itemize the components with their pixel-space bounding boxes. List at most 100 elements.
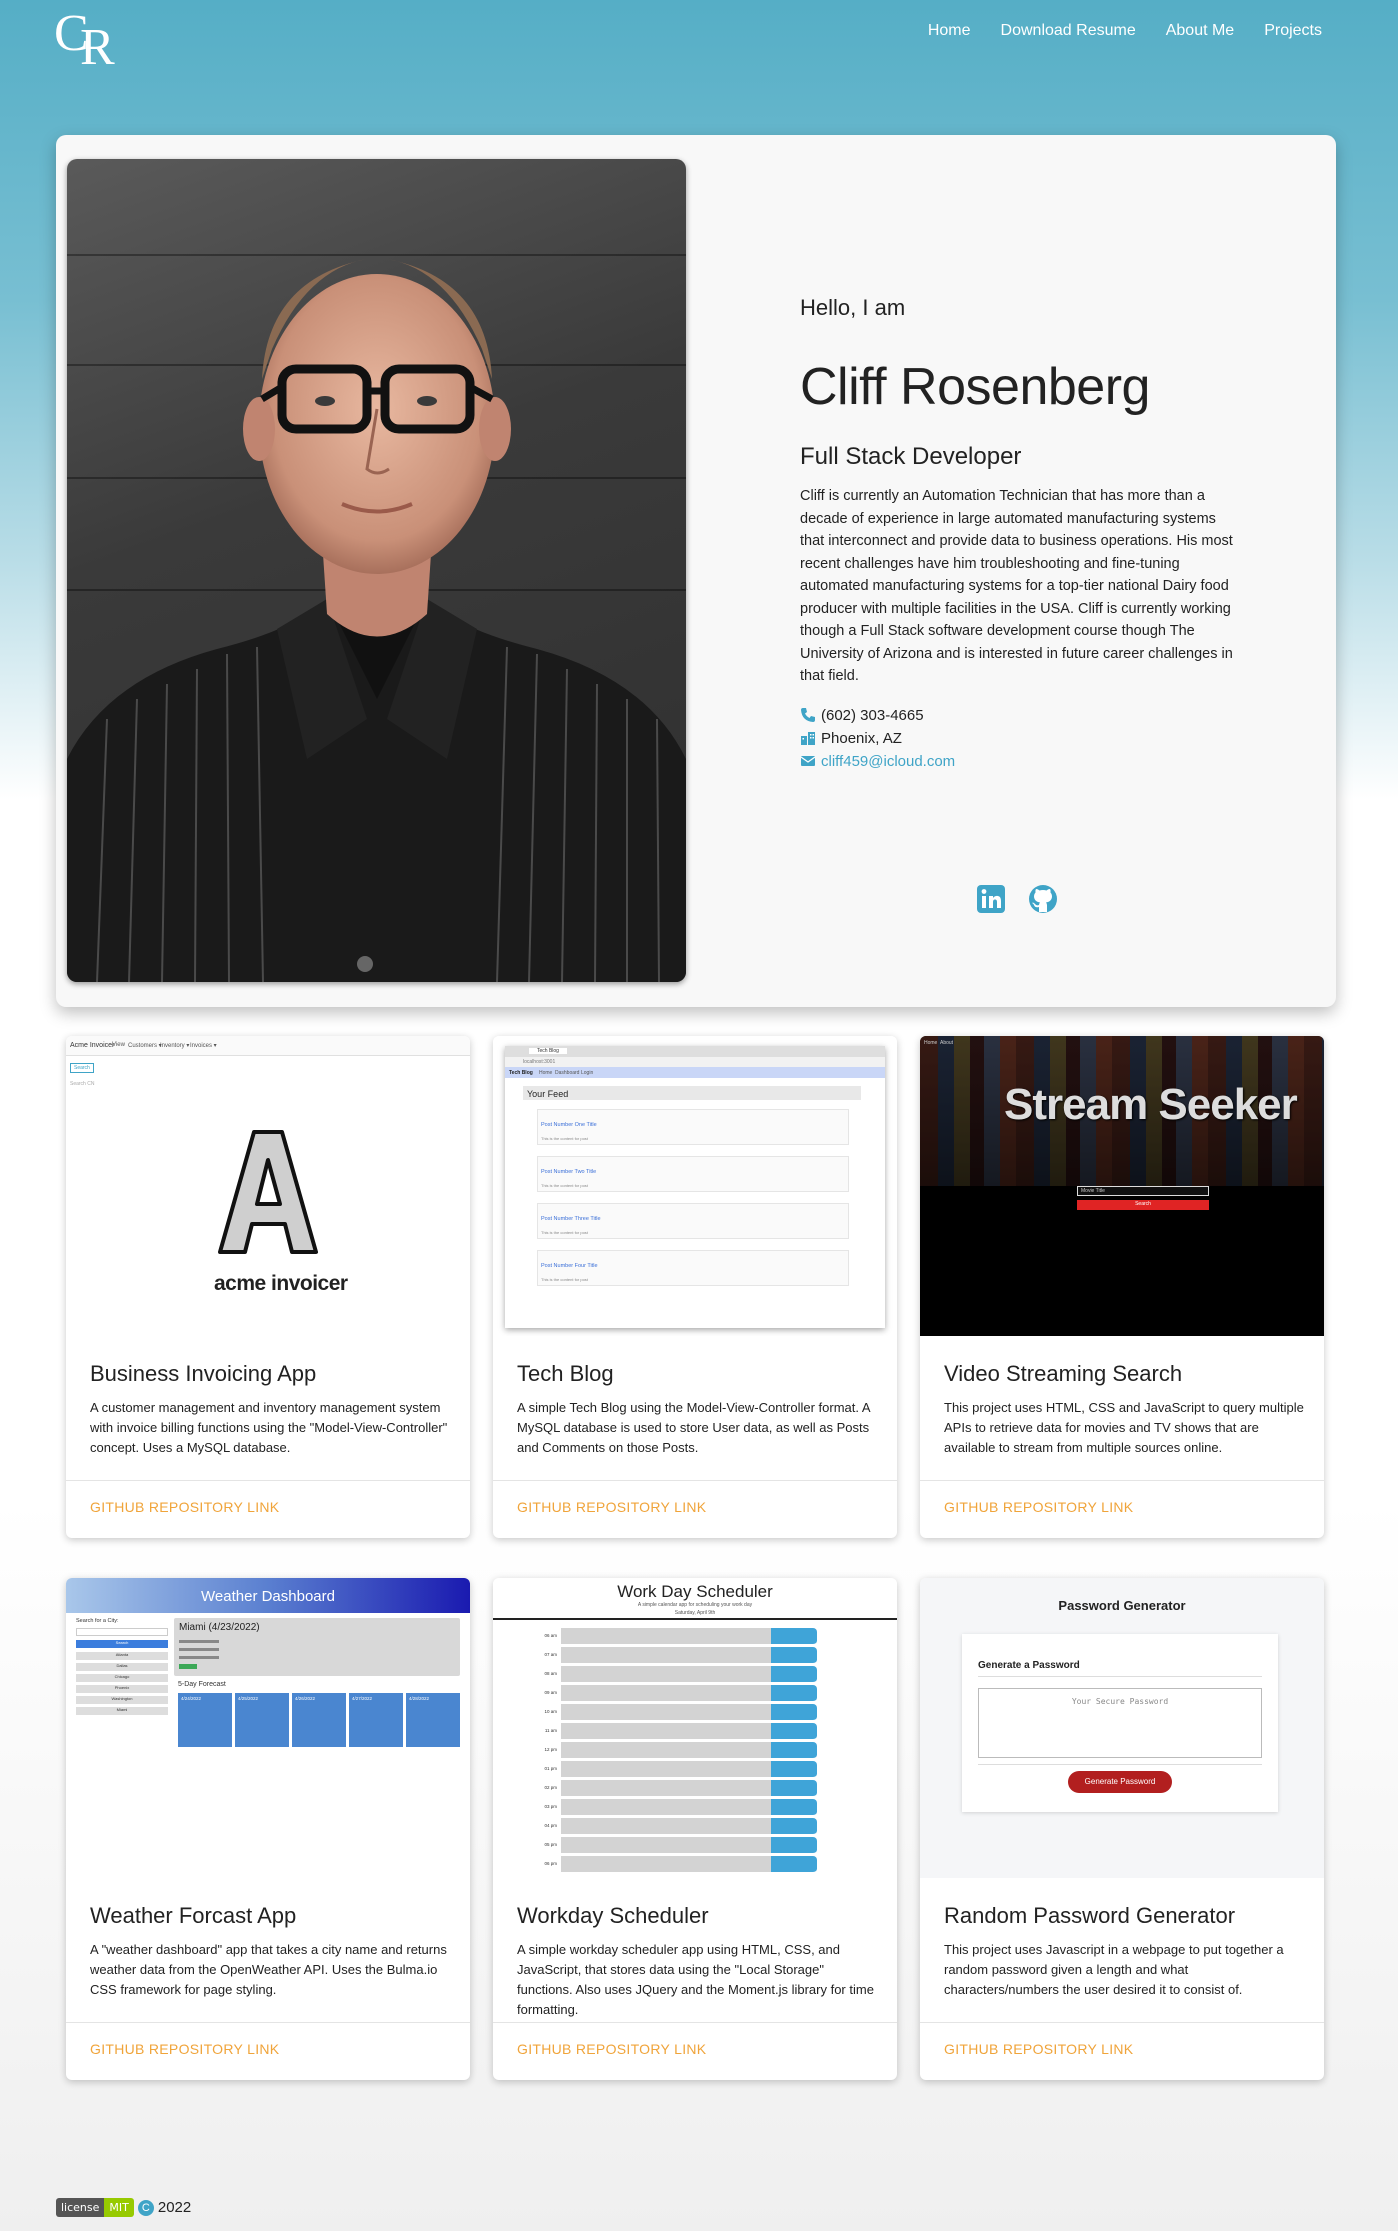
project-card-password-generator: Password Generator Generate a Password Y… xyxy=(920,1578,1324,2080)
github-repo-link[interactable]: GITHUB REPOSITORY LINK xyxy=(90,2041,279,2057)
site-logo[interactable]: C R xyxy=(54,4,118,76)
thumb-header: Weather Dashboard xyxy=(201,1588,335,1605)
github-repo-link[interactable]: GITHUB REPOSITORY LINK xyxy=(944,1499,1133,1515)
project-description: A customer management and inventory mana… xyxy=(90,1400,448,1455)
thumb-schedule-row: 12 pm xyxy=(533,1742,853,1760)
thumb-save-button xyxy=(771,1818,817,1835)
thumb-hour-block xyxy=(561,1856,771,1873)
thumb-hour-block xyxy=(561,1647,771,1664)
thumb-menu-item: Customers ▾ xyxy=(128,1043,162,1049)
thumb-hour-label: 08 am xyxy=(544,1671,557,1676)
thumb-heading: Password Generator xyxy=(1058,1598,1186,1613)
thumb-schedule-row: 03 pm xyxy=(533,1799,853,1817)
project-title: Weather Forcast App xyxy=(90,1903,297,1928)
copyright: C 2022 xyxy=(137,2199,192,2216)
thumb-hour-label: 09 am xyxy=(544,1690,557,1695)
thumb-search-button: Search xyxy=(1077,1200,1209,1210)
thumb-save-button xyxy=(771,1799,817,1816)
envelope-icon xyxy=(800,753,816,769)
email-row: cliff459@icloud.com xyxy=(800,750,1240,773)
thumb-city-button: Chicago xyxy=(76,1674,168,1682)
thumb-forecast-day: 4/26/2022 xyxy=(292,1693,346,1747)
thumb-schedule-row: 05 pm xyxy=(533,1837,853,1855)
thumb-schedule: 06 am 07 am 08 am 09 am 10 am 11 am 12 pm 01 pm… xyxy=(493,1578,897,1878)
thumb-save-button xyxy=(771,1780,817,1797)
nav-home-link[interactable]: Home xyxy=(928,22,971,40)
github-icon[interactable] xyxy=(1027,883,1059,915)
thumb-search-button: Search xyxy=(76,1640,168,1648)
thumb-nav-item: Home xyxy=(924,1040,938,1046)
project-card-video-streaming: Home About Stream Seeker Movie Title Sea… xyxy=(920,1036,1324,1538)
project-description: This project uses Javascript in a webpag… xyxy=(944,1942,1284,1997)
acme-logo-text: acme invoicer xyxy=(214,1272,348,1295)
github-repo-link[interactable]: GITHUB REPOSITORY LINK xyxy=(517,1499,706,1515)
thumb-hour-label: 06 am xyxy=(544,1633,557,1638)
thumb-brand: Acme Invoicer xyxy=(70,1042,115,1049)
thumb-forecast-label: 5-Day Forecast xyxy=(178,1681,226,1688)
license-badge-label: license xyxy=(56,2198,105,2217)
thumb-post-title: Post Number Four Title xyxy=(541,1263,598,1269)
nav-download-resume-link[interactable]: Download Resume xyxy=(1001,22,1136,40)
project-title: Video Streaming Search xyxy=(944,1361,1183,1386)
thumb-city-button: Atlanta xyxy=(76,1652,168,1660)
project-card-workday-scheduler: Work Day Scheduler A simple calendar app… xyxy=(493,1578,897,2080)
card-footer: GITHUB REPOSITORY LINK xyxy=(493,1480,897,1538)
github-repo-link[interactable]: GITHUB REPOSITORY LINK xyxy=(944,2041,1133,2057)
thumb-schedule-row: 10 am xyxy=(533,1704,853,1722)
phone-icon xyxy=(800,707,816,723)
thumb-save-button xyxy=(771,1704,817,1721)
copyright-year: 2022 xyxy=(157,2199,192,2216)
license-badge-value: MIT xyxy=(104,2198,134,2217)
copyright-icon: C xyxy=(137,2199,154,2216)
thumb-password-box: Your Secure Password xyxy=(978,1688,1262,1758)
thumb-schedule-row: 06 pm xyxy=(533,1856,853,1874)
project-thumbnail: Acme Invoicer View Customers ▾ Inventory… xyxy=(66,1036,470,1336)
phone-row: (602) 303-4665 xyxy=(800,704,1240,727)
thumb-city-button: Dallas xyxy=(76,1663,168,1671)
thumb-hour-label: 11 am xyxy=(544,1728,557,1733)
thumb-hour-block xyxy=(561,1837,771,1854)
page-footer: license MIT C 2022 xyxy=(56,2198,191,2217)
card-footer: GITHUB REPOSITORY LINK xyxy=(920,1480,1324,1538)
nav-projects-link[interactable]: Projects xyxy=(1264,22,1322,40)
github-repo-link[interactable]: GITHUB REPOSITORY LINK xyxy=(517,2041,706,2057)
thumb-schedule-row: 06 am xyxy=(533,1628,853,1646)
nav-about-link[interactable]: About Me xyxy=(1166,22,1234,40)
thumb-menu-item: View xyxy=(112,1042,125,1048)
thumb-browser-tab: Tech Blog xyxy=(529,1048,567,1054)
thumb-button: Search xyxy=(70,1063,94,1073)
city-icon xyxy=(800,730,816,746)
thumb-schedule-row: 01 pm xyxy=(533,1761,853,1779)
linkedin-icon[interactable] xyxy=(975,883,1007,915)
bio-text: Cliff is currently an Automation Technic… xyxy=(800,488,1233,684)
thumb-save-button xyxy=(771,1666,817,1683)
email-link[interactable]: cliff459@icloud.com xyxy=(821,750,955,773)
thumb-search-label: Search for a City: xyxy=(76,1618,119,1624)
thumb-post-body: This is the content for post xyxy=(541,1183,588,1188)
thumb-nav-item: Login xyxy=(581,1070,594,1076)
card-footer: GITHUB REPOSITORY LINK xyxy=(66,2022,470,2080)
thumb-schedule-row: 11 am xyxy=(533,1723,853,1741)
thumb-search-input: Movie Title xyxy=(1077,1186,1209,1196)
thumb-hour-label: 04 pm xyxy=(544,1823,557,1828)
social-links xyxy=(975,883,1059,915)
card-footer: GITHUB REPOSITORY LINK xyxy=(920,2022,1324,2080)
license-badge[interactable]: license MIT xyxy=(56,2198,134,2217)
thumb-hour-block xyxy=(561,1780,771,1797)
card-footer: GITHUB REPOSITORY LINK xyxy=(493,2022,897,2080)
project-description: A "weather dashboard" app that takes a c… xyxy=(90,1942,447,1997)
github-repo-link[interactable]: GITHUB REPOSITORY LINK xyxy=(90,1499,279,1515)
thumb-hour-label: 05 pm xyxy=(544,1842,557,1847)
thumb-city-button: Miami xyxy=(76,1707,168,1715)
project-thumbnail: Password Generator Generate a Password Y… xyxy=(920,1578,1324,1878)
thumb-save-button xyxy=(771,1628,817,1645)
thumb-hour-label: 03 pm xyxy=(544,1804,557,1809)
thumb-menu-item: Inventory ▾ xyxy=(160,1043,190,1049)
thumb-city-title: Miami (4/23/2022) xyxy=(179,1622,260,1633)
acme-logo-icon xyxy=(218,1130,318,1254)
thumb-post-title: Post Number Three Title xyxy=(541,1216,601,1222)
thumb-hour-block xyxy=(561,1704,771,1721)
thumb-hour-label: 12 pm xyxy=(544,1747,557,1752)
project-card-weather: Weather Dashboard Search for a City: Sea… xyxy=(66,1578,470,2080)
thumb-save-button xyxy=(771,1837,817,1854)
